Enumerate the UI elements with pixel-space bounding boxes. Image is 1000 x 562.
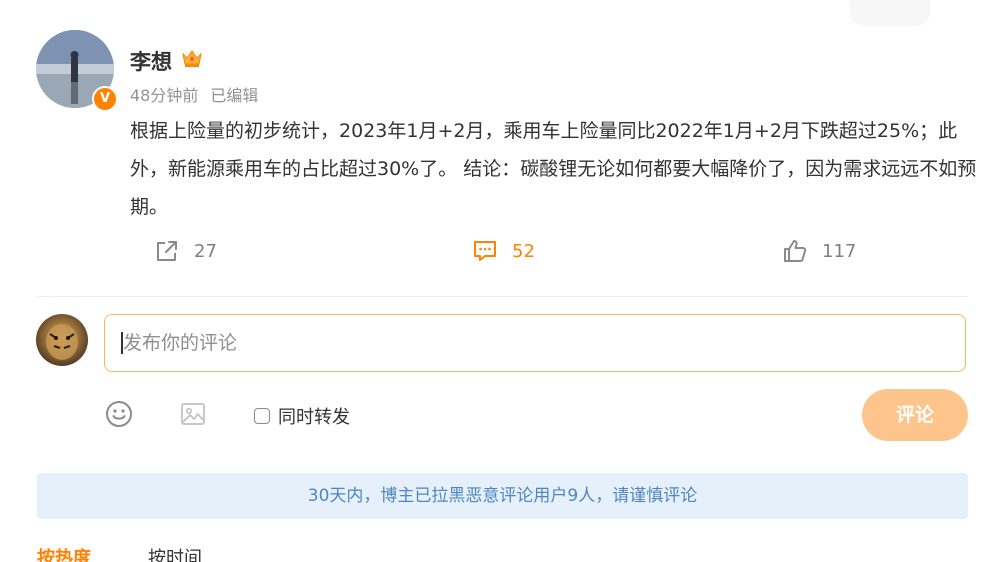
tab-sort-by-time[interactable]: 按时间 [148, 544, 202, 562]
comment-input[interactable] [104, 314, 966, 372]
like-count: 117 [822, 240, 857, 262]
comment-count: 52 [512, 240, 535, 262]
like-button[interactable]: 117 [782, 236, 856, 266]
forward-count: 27 [194, 240, 217, 262]
repost-label: 同时转发 [278, 407, 350, 428]
current-user-avatar[interactable] [36, 314, 88, 366]
forward-button[interactable]: 27 [154, 236, 217, 266]
tab-sort-by-hot[interactable]: 按热度 [37, 544, 91, 562]
share-icon [157, 241, 177, 261]
blocklist-notice: 30天内，博主已拉黑恶意评论用户9人，请谨慎评论 [37, 473, 968, 519]
comment-button[interactable]: 52 [472, 236, 535, 266]
thumbs-up-icon [784, 240, 807, 262]
post-time[interactable]: 48分钟前 [130, 86, 198, 105]
post-meta: 48分钟前 已编辑 [130, 82, 258, 106]
weibo-post-page: V 李想 48分钟前 已编辑 根据上险量的初步统计，2023年1月+2月，乘用车上… [0, 0, 1000, 562]
text-caret [121, 332, 123, 354]
author-name[interactable]: 李想 [130, 46, 172, 76]
submit-comment-button[interactable]: 评论 [862, 389, 968, 441]
repost-checkbox[interactable]: 同时转发 [254, 403, 350, 429]
crown-icon [182, 50, 202, 67]
emoji-icon[interactable] [105, 400, 133, 428]
edited-label[interactable]: 已编辑 [210, 86, 258, 105]
top-overlay [850, 0, 930, 26]
post-text: 根据上险量的初步统计，2023年1月+2月，乘用车上险量同比2022年1月+2月… [130, 120, 977, 218]
comment-icon [474, 241, 496, 261]
checkbox-box[interactable] [254, 408, 270, 424]
divider [36, 296, 968, 297]
verified-badge-icon: V [92, 86, 118, 112]
image-icon[interactable] [179, 400, 207, 428]
